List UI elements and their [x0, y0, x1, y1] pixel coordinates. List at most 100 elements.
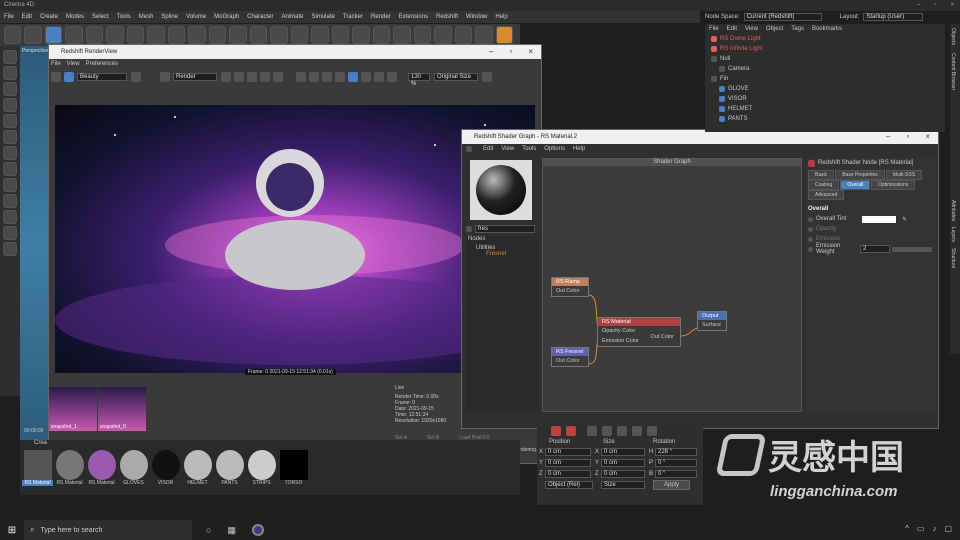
cube-icon[interactable]: [290, 26, 309, 44]
renderview-maximize-icon[interactable]: ▫: [509, 45, 512, 59]
node-search-input[interactable]: fres: [475, 224, 535, 233]
array-icon[interactable]: [352, 26, 370, 44]
s-icon-3[interactable]: [3, 194, 17, 208]
material-swatch[interactable]: TORSO: [278, 450, 309, 486]
material-swatch[interactable]: HELMET: [182, 450, 213, 486]
pos-input[interactable]: 0 cm: [545, 469, 591, 478]
network-icon[interactable]: ▭: [917, 524, 925, 533]
ipr-icon[interactable]: [64, 72, 74, 82]
rv-settings-gear-icon[interactable]: [482, 72, 492, 82]
keyframe-icon[interactable]: [808, 246, 813, 252]
snapshot-icon[interactable]: [387, 72, 397, 82]
tray-arrow-icon[interactable]: ^: [905, 524, 909, 533]
hamburger-icon[interactable]: [466, 146, 472, 152]
rot-input[interactable]: 228 °: [655, 447, 697, 456]
node-port[interactable]: Out Color: [552, 356, 588, 366]
menu-tracker[interactable]: Tracker: [343, 11, 363, 23]
snap-icon[interactable]: [3, 146, 17, 160]
scale-tool-icon[interactable]: [85, 26, 104, 44]
rot-input[interactable]: 0 °: [655, 458, 697, 467]
object-row[interactable]: Camera: [705, 64, 945, 74]
notification-icon[interactable]: ▢: [944, 524, 952, 533]
rv-menu-preferences[interactable]: Preferences: [86, 61, 118, 67]
obj-menu-tags[interactable]: Tags: [791, 26, 804, 32]
zoom-field[interactable]: 130 %: [408, 73, 430, 87]
obj-menu-edit[interactable]: Edit: [727, 26, 737, 32]
object-row[interactable]: VISOR: [705, 94, 945, 104]
node-port[interactable]: Out Color: [646, 332, 678, 342]
menu-select[interactable]: Select: [92, 11, 109, 23]
autokey-icon[interactable]: [566, 426, 576, 436]
size-input[interactable]: 0 cm: [601, 458, 645, 467]
renderview-titlebar[interactable]: Redshift RenderView – ▫ ×: [49, 45, 541, 59]
minimize-icon[interactable]: –: [917, 0, 920, 11]
key-param-icon[interactable]: [647, 426, 657, 436]
volume-icon[interactable]: ♪: [932, 524, 936, 533]
layout-select[interactable]: Startup (User): [863, 13, 924, 21]
object-row[interactable]: Null: [705, 54, 945, 64]
rv-menu-view[interactable]: View: [67, 61, 80, 67]
shader-titlebar[interactable]: Redshift Shader Graph - RS Material.2 – …: [462, 130, 938, 144]
key-rot-icon[interactable]: [617, 426, 627, 436]
menu-spline[interactable]: Spline: [161, 11, 178, 23]
sun-icon[interactable]: [247, 72, 257, 82]
pen-icon[interactable]: [311, 26, 329, 44]
workplane-icon[interactable]: [3, 242, 17, 256]
y-axis-icon[interactable]: [167, 26, 186, 44]
zoom-out-icon[interactable]: [322, 72, 332, 82]
node-space-select[interactable]: Current (Redshift): [743, 13, 822, 21]
obj-menu-view[interactable]: View: [745, 26, 758, 32]
key-icon[interactable]: [587, 426, 597, 436]
zoom-in-icon[interactable]: [309, 72, 319, 82]
menu-redshift[interactable]: Redshift: [436, 11, 458, 23]
snapshot-thumb[interactable]: snapshot_0: [98, 387, 146, 431]
object-row[interactable]: PANTS: [705, 114, 945, 124]
grid-view-icon[interactable]: [234, 72, 244, 82]
material-swatch[interactable]: VISOR: [150, 450, 181, 486]
material-swatch[interactable]: RS Material: [86, 450, 117, 486]
scene-icon[interactable]: [434, 26, 452, 44]
renderview-minimize-icon[interactable]: –: [489, 45, 493, 59]
model-mode-icon[interactable]: [3, 50, 17, 64]
select-tool-icon[interactable]: [44, 26, 63, 44]
sg-menu-edit[interactable]: Edit: [483, 146, 493, 152]
cinema4d-taskbar-icon[interactable]: [251, 524, 264, 536]
eyedropper-icon[interactable]: ✎: [902, 216, 907, 223]
menu-edit[interactable]: Edit: [22, 11, 32, 23]
redo-icon[interactable]: [24, 26, 42, 44]
sg-menu-options[interactable]: Options: [544, 146, 565, 152]
s-icon[interactable]: [3, 162, 17, 176]
subdivision-icon[interactable]: [331, 26, 350, 44]
snow-icon[interactable]: [260, 72, 270, 82]
rot-input[interactable]: 0 °: [655, 469, 697, 478]
record-icon[interactable]: [551, 426, 561, 436]
render-settings-icon[interactable]: [270, 26, 288, 44]
tab-advanced[interactable]: Advanced: [808, 190, 845, 200]
material-swatch[interactable]: RS Material: [22, 450, 53, 486]
task-view-icon[interactable]: ○: [206, 525, 211, 535]
sg-menu-help[interactable]: Help: [573, 146, 585, 152]
tab-optimizations[interactable]: Optimizations: [871, 180, 916, 190]
node-port[interactable]: Surface: [698, 320, 726, 330]
aov-select[interactable]: Beauty: [77, 73, 127, 81]
apply-button[interactable]: Apply: [653, 480, 691, 490]
emission-weight-input[interactable]: 2: [860, 245, 890, 253]
sg-menu-tools[interactable]: Tools: [522, 146, 536, 152]
z-axis-icon[interactable]: [188, 26, 206, 44]
rv-menu-file[interactable]: File: [51, 61, 61, 67]
tree-item-fresnel[interactable]: Fresnel: [466, 251, 538, 257]
undo-icon[interactable]: [4, 26, 22, 44]
task-manager-icon[interactable]: ▦: [227, 525, 236, 536]
coord-mode-select[interactable]: Object (Rel): [545, 481, 593, 489]
pos-input[interactable]: 0 cm: [545, 458, 591, 467]
size-mode-select[interactable]: Size: [601, 481, 645, 489]
menu-render[interactable]: Render: [371, 11, 391, 23]
rotate-tool-icon[interactable]: [106, 26, 124, 44]
node-rs-fresnel[interactable]: RS Fresnel Out Color: [551, 347, 589, 367]
light-icon[interactable]: [475, 26, 493, 44]
object-row[interactable]: GLOVE: [705, 84, 945, 94]
snapshot-thumb[interactable]: snapshot_1: [49, 387, 97, 431]
fit-icon[interactable]: [296, 72, 306, 82]
sg-menu-view[interactable]: View: [501, 146, 514, 152]
move-tool-icon[interactable]: [65, 26, 83, 44]
